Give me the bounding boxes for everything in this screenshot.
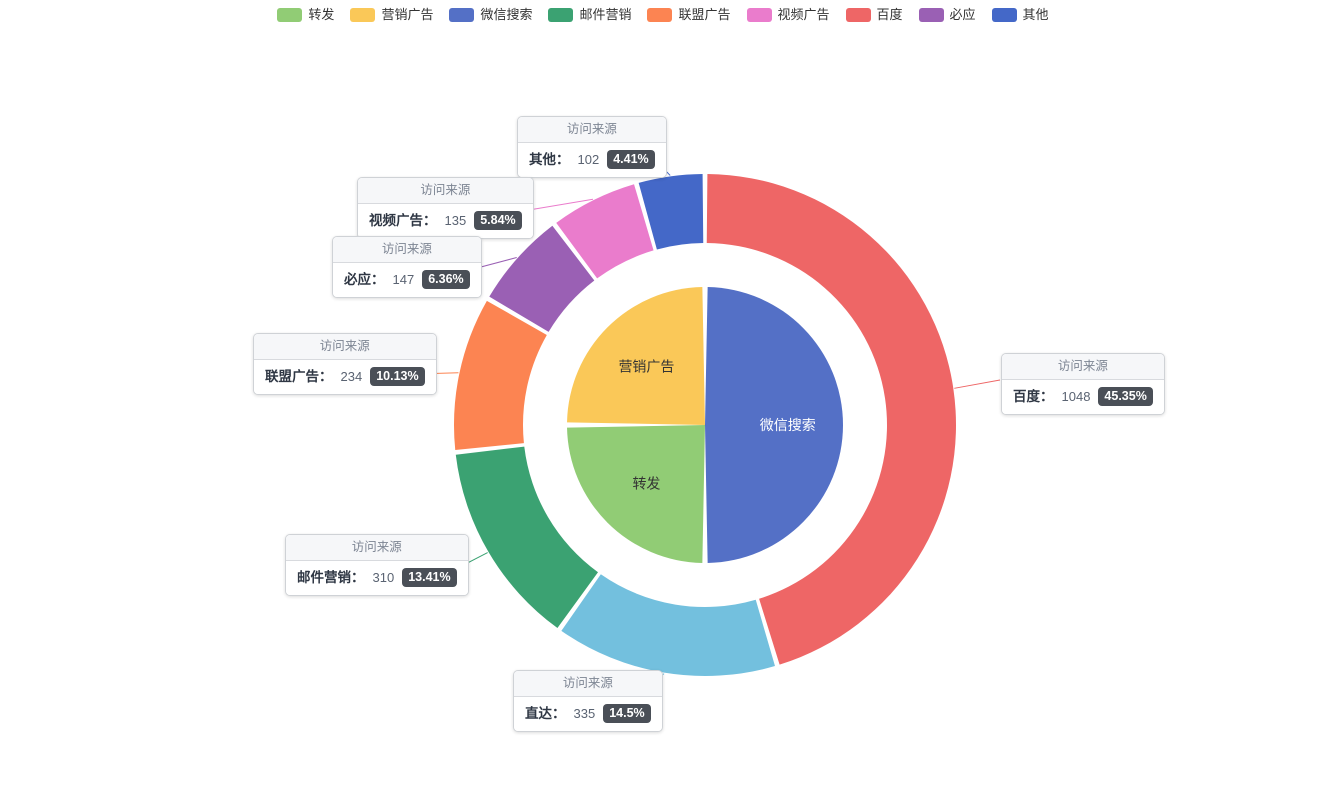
tooltip-title: 访问来源 [333, 237, 481, 263]
tooltip-other: 访问来源其他： 102 4.41% [517, 116, 667, 178]
tooltip-title: 访问来源 [1002, 354, 1164, 380]
tooltip-body: 联盟广告： 234 10.13% [254, 360, 436, 394]
tooltip-series-name: 其他： [529, 151, 570, 167]
tooltip-body: 必应： 147 6.36% [333, 263, 481, 297]
tooltip-percent-badge: 14.5% [603, 704, 651, 723]
tooltip-body: 百度： 1048 45.35% [1002, 380, 1164, 414]
tooltip-percent-badge: 10.13% [370, 367, 425, 386]
tooltip-series-name: 直达： [525, 705, 566, 721]
tooltip-title: 访问来源 [514, 671, 662, 697]
tooltip-value: 310 [372, 569, 395, 585]
pie-slice-label-营销广告: 营销广告 [618, 358, 674, 374]
tooltip-body: 其他： 102 4.41% [518, 143, 666, 177]
tooltip-direct: 访问来源直达： 335 14.5% [513, 670, 663, 732]
tooltip-value: 135 [444, 212, 467, 228]
tooltip-video-ads: 访问来源视频广告： 135 5.84% [357, 177, 534, 239]
tooltip-value: 335 [573, 705, 596, 721]
donut-segment-联盟广告[interactable] [454, 300, 547, 450]
tooltip-title: 访问来源 [286, 535, 468, 561]
tooltip-series-name: 视频广告： [369, 212, 437, 228]
tooltip-body: 视频广告： 135 5.84% [358, 204, 533, 238]
tooltip-union-ads: 访问来源联盟广告： 234 10.13% [253, 333, 437, 395]
pie-slice-营销广告[interactable] [567, 287, 705, 425]
tooltip-value: 234 [340, 368, 363, 384]
tooltip-percent-badge: 4.41% [607, 150, 655, 169]
tooltip-body: 邮件营销： 310 13.41% [286, 561, 468, 595]
pie-slice-label-转发: 转发 [632, 476, 660, 492]
tooltip-percent-badge: 6.36% [422, 270, 470, 289]
tooltip-baidu: 访问来源百度： 1048 45.35% [1001, 353, 1165, 415]
tooltip-title: 访问来源 [254, 334, 436, 360]
tooltip-percent-badge: 5.84% [474, 211, 522, 230]
tooltip-value: 102 [577, 151, 600, 167]
tooltip-series-name: 联盟广告： [265, 368, 333, 384]
leader-line-百度 [954, 379, 1001, 389]
tooltip-series-name: 邮件营销： [297, 569, 365, 585]
tooltip-title: 访问来源 [358, 178, 533, 204]
tooltip-series-name: 百度： [1013, 388, 1054, 404]
tooltip-body: 直达： 335 14.5% [514, 697, 662, 731]
tooltip-value: 147 [392, 271, 415, 287]
pie-slice-转发[interactable] [567, 425, 705, 563]
tooltip-bing: 访问来源必应： 147 6.36% [332, 236, 482, 298]
pie-slice-label-微信搜索: 微信搜索 [760, 417, 816, 433]
tooltip-percent-badge: 13.41% [402, 568, 457, 587]
tooltip-email-mkt: 访问来源邮件营销： 310 13.41% [285, 534, 469, 596]
donut-segment-直达[interactable] [561, 574, 775, 677]
tooltip-value: 1048 [1061, 388, 1091, 404]
tooltip-series-name: 必应： [344, 271, 385, 287]
tooltip-title: 访问来源 [518, 117, 666, 143]
tooltip-percent-badge: 45.35% [1098, 387, 1153, 406]
